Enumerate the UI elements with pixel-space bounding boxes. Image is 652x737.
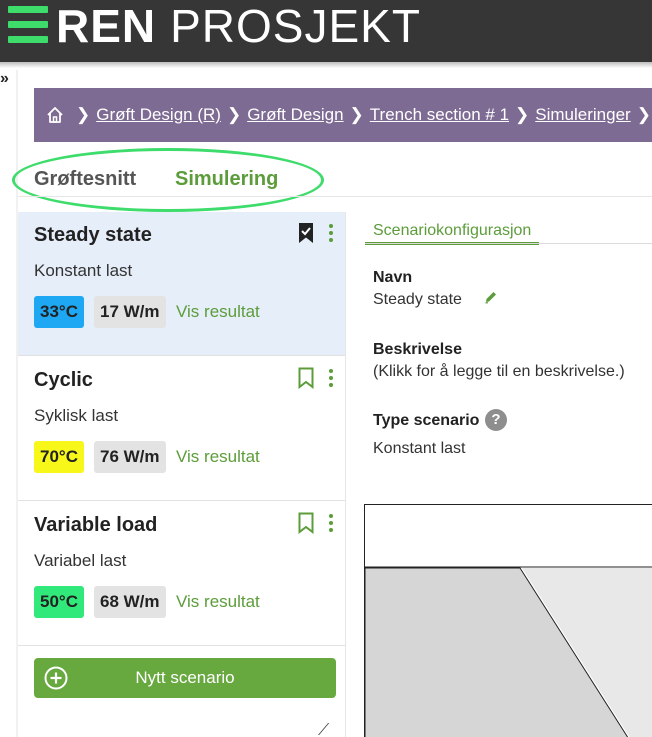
view-result-link[interactable]: Vis resultat bbox=[176, 302, 260, 322]
config-tab-divider bbox=[365, 243, 652, 244]
trench-drawing bbox=[364, 504, 652, 737]
breadcrumb: ❯ Grøft Design (R) ❯ Grøft Design ❯ Tren… bbox=[34, 88, 652, 142]
scenario-subtitle: Syklisk last bbox=[34, 406, 119, 425]
resize-handle-icon[interactable]: ⟋ bbox=[318, 722, 329, 737]
plus-circle-icon bbox=[44, 666, 68, 690]
type-label: Type scenario bbox=[373, 412, 480, 429]
list-divider bbox=[345, 212, 346, 737]
scenario-card[interactable]: Cyclic Syklisk last 70°C 76 W/m Vis resu… bbox=[18, 357, 346, 501]
more-vertical-icon[interactable] bbox=[328, 224, 334, 244]
load-badge: 17 W/m bbox=[94, 296, 166, 328]
bookmark-icon[interactable] bbox=[297, 512, 315, 535]
type-value: Konstant last bbox=[373, 440, 466, 457]
name-value: Steady state bbox=[373, 291, 462, 308]
chevron-right-icon: ❯ bbox=[349, 105, 364, 124]
breadcrumb-item[interactable]: Trench section # 1 bbox=[370, 105, 509, 125]
scenario-card[interactable]: Variable load Variabel last 50°C 68 W/m … bbox=[18, 502, 346, 646]
name-label: Navn bbox=[373, 269, 413, 286]
tab-scenario-config[interactable]: Scenariokonfigurasjon bbox=[365, 222, 540, 245]
tab-groftesnitt[interactable]: Grøftesnitt bbox=[34, 168, 136, 191]
scenario-title: Steady state bbox=[34, 224, 152, 246]
home-icon[interactable] bbox=[46, 106, 64, 124]
scenario-subtitle: Konstant last bbox=[34, 261, 133, 280]
load-badge: 68 W/m bbox=[94, 586, 166, 618]
breadcrumb-item[interactable]: Grøft Design (R) bbox=[96, 105, 221, 125]
help-icon[interactable]: ? bbox=[485, 409, 507, 431]
more-vertical-icon[interactable] bbox=[328, 514, 334, 534]
tabs-divider bbox=[18, 196, 652, 197]
temperature-badge: 70°C bbox=[34, 441, 84, 473]
scenario-title: Cyclic bbox=[34, 369, 93, 391]
breadcrumb-item[interactable]: Grøft Design bbox=[247, 105, 343, 125]
scenario-card[interactable]: Steady state Konstant last 33°C 17 W/m V… bbox=[18, 212, 346, 356]
logo-mark bbox=[8, 4, 48, 44]
more-vertical-icon[interactable] bbox=[328, 369, 334, 389]
top-bar: REN PROSJEKT bbox=[0, 0, 652, 62]
temperature-badge: 33°C bbox=[34, 296, 84, 328]
app-logo[interactable]: REN PROSJEKT bbox=[56, 2, 421, 50]
scenario-title: Variable load bbox=[34, 514, 158, 536]
brand-light: PROSJEKT bbox=[170, 0, 421, 52]
view-result-link[interactable]: Vis resultat bbox=[176, 592, 260, 612]
chevron-right-icon: ❯ bbox=[226, 105, 242, 124]
scenario-subtitle: Variabel last bbox=[34, 551, 127, 570]
breadcrumb-item[interactable]: Simuleringer bbox=[535, 105, 630, 125]
description-value[interactable]: (Klikk for å legge til en beskrivelse.) bbox=[373, 363, 625, 381]
load-badge: 76 W/m bbox=[94, 441, 166, 473]
new-scenario-button[interactable]: Nytt scenario bbox=[34, 658, 336, 698]
bookmark-filled-icon[interactable] bbox=[297, 222, 315, 244]
header-shadow bbox=[0, 62, 652, 68]
bookmark-icon[interactable] bbox=[297, 367, 315, 390]
tab-simulering[interactable]: Simulering bbox=[175, 168, 278, 191]
pencil-icon[interactable] bbox=[484, 290, 498, 304]
chevron-right-icon: ❯ bbox=[636, 105, 651, 124]
new-scenario-label: Nytt scenario bbox=[135, 668, 235, 687]
view-result-link[interactable]: Vis resultat bbox=[176, 447, 260, 467]
expand-sidebar-icon[interactable]: » bbox=[0, 70, 9, 88]
temperature-badge: 50°C bbox=[34, 586, 84, 618]
chevron-right-icon: ❯ bbox=[76, 105, 91, 124]
description-label: Beskrivelse bbox=[373, 341, 462, 358]
chevron-right-icon: ❯ bbox=[515, 105, 530, 124]
brand-bold: REN bbox=[56, 0, 157, 52]
